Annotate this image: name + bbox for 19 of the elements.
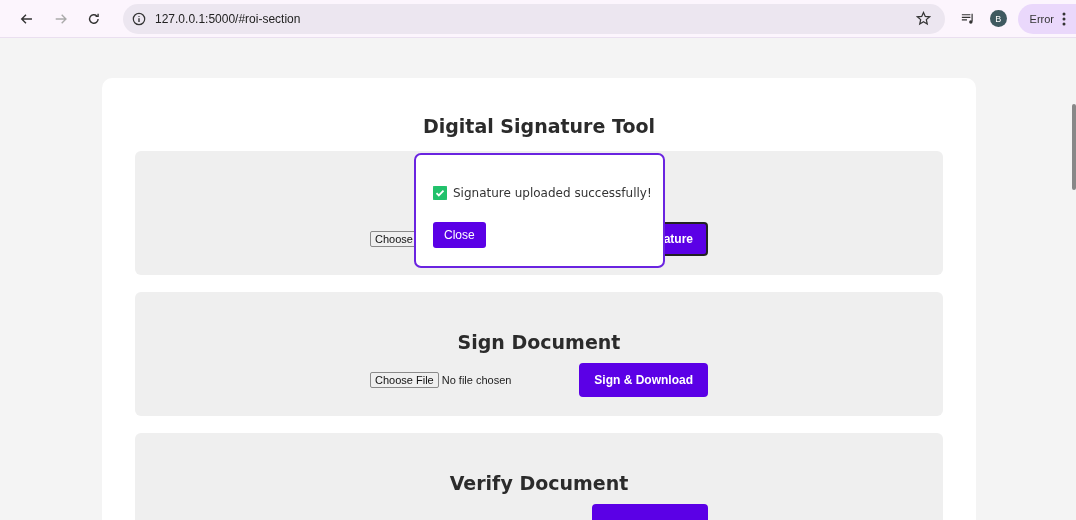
- page-title: Digital Signature Tool: [421, 114, 657, 138]
- media-icon[interactable]: [961, 11, 975, 26]
- section-heading: Verify Document: [449, 471, 629, 496]
- profile-error-button[interactable]: Error: [1017, 3, 1076, 34]
- scrollbar-thumb[interactable]: [1072, 104, 1076, 190]
- more-icon[interactable]: [1062, 11, 1066, 26]
- info-icon[interactable]: [132, 11, 146, 26]
- action-button[interactable]: Sign & Download: [579, 363, 708, 397]
- star-icon[interactable]: [916, 11, 932, 26]
- back-icon[interactable]: [20, 11, 34, 26]
- address-bar[interactable]: 127.0.0.1:5000/#roi-section: [123, 3, 946, 34]
- section-heading: Sign Document: [457, 330, 621, 355]
- dialog-message: Signature uploaded successfully!: [453, 186, 652, 200]
- url-text: 127.0.0.1:5000/#roi-section: [155, 11, 302, 26]
- choose-file-button[interactable]: Choose File: [370, 372, 439, 388]
- close-button[interactable]: Close: [433, 222, 486, 248]
- reload-icon[interactable]: [87, 11, 101, 26]
- profile-avatar[interactable]: B: [989, 10, 1007, 27]
- file-status: No file chosen: [441, 374, 512, 386]
